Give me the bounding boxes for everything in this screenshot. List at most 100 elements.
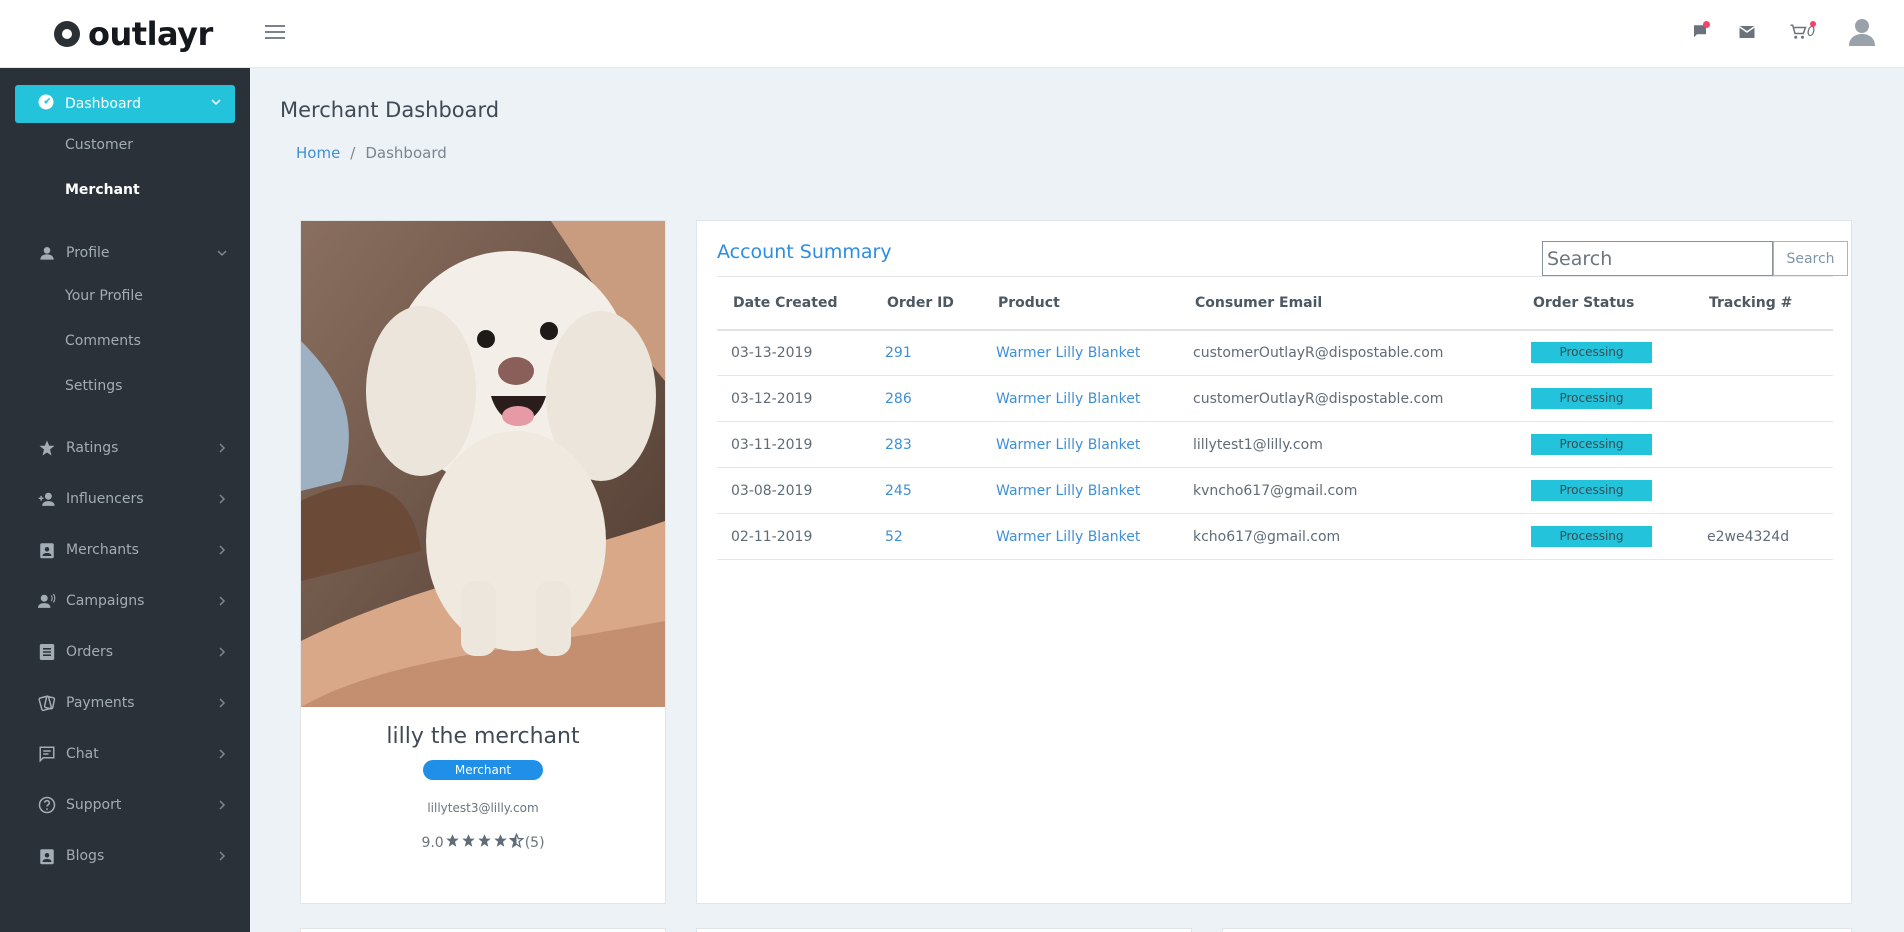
sidebar-item-payments[interactable]: Payments bbox=[38, 691, 228, 715]
sidebar-item-label: Merchants bbox=[66, 542, 139, 558]
orders-table: Date Created Order ID Product Consumer E… bbox=[717, 276, 1833, 560]
status-cell: Processing bbox=[1517, 375, 1693, 422]
page-title: Merchant Dashboard bbox=[280, 98, 500, 122]
sidebar-subitem-comments[interactable]: Comments bbox=[65, 333, 141, 349]
date-cell: 02-11-2019 bbox=[717, 513, 871, 560]
product-link[interactable]: Warmer Lilly Blanket bbox=[982, 513, 1179, 560]
chevron-down-icon bbox=[210, 96, 222, 112]
order-id-link[interactable]: 283 bbox=[871, 421, 982, 468]
column-header: Date Created bbox=[717, 276, 871, 331]
sidebar-item-label: Ratings bbox=[66, 440, 119, 456]
status-cell: Processing bbox=[1517, 467, 1693, 514]
chevron-down-icon bbox=[216, 247, 228, 263]
order-id-link[interactable]: 286 bbox=[871, 375, 982, 422]
table-row[interactable]: 03-13-2019 291 Warmer Lilly Blanket cust… bbox=[717, 329, 1833, 376]
star-icon bbox=[445, 833, 460, 852]
search-input[interactable] bbox=[1542, 241, 1773, 276]
sidebar-item-profile[interactable]: Profile bbox=[38, 241, 228, 265]
breadcrumb-current: Dashboard bbox=[365, 144, 447, 162]
star-icon bbox=[461, 833, 476, 852]
email-cell: lillytest1@lilly.com bbox=[1179, 421, 1517, 468]
product-link[interactable]: Warmer Lilly Blanket bbox=[982, 329, 1179, 376]
table-row[interactable]: 03-08-2019 245 Warmer Lilly Blanket kvnc… bbox=[717, 467, 1833, 514]
email-cell: customerOutlayR@dispostable.com bbox=[1179, 375, 1517, 422]
tracking-cell bbox=[1693, 375, 1833, 422]
profile-name: lilly the merchant bbox=[386, 724, 580, 749]
chevron-right-icon bbox=[216, 697, 228, 713]
status-badge: Processing bbox=[1531, 342, 1652, 364]
badge-icon bbox=[38, 847, 56, 865]
order-id-link[interactable]: 291 bbox=[871, 329, 982, 376]
product-link[interactable]: Warmer Lilly Blanket bbox=[982, 375, 1179, 422]
user-avatar-icon[interactable] bbox=[1847, 17, 1877, 47]
product-link[interactable]: Warmer Lilly Blanket bbox=[982, 467, 1179, 514]
date-cell: 03-11-2019 bbox=[717, 421, 871, 468]
column-header: Order Status bbox=[1517, 276, 1693, 331]
chevron-right-icon bbox=[216, 748, 228, 764]
help-icon bbox=[38, 796, 56, 814]
sidebar-item-label: Chat bbox=[66, 746, 99, 762]
sidebar-item-label: Support bbox=[66, 797, 122, 813]
chevron-right-icon bbox=[216, 850, 228, 866]
tracking-cell bbox=[1693, 467, 1833, 514]
cart-icon[interactable]: 0 bbox=[1785, 20, 1819, 44]
sidebar-item-blogs[interactable]: Blogs bbox=[38, 844, 228, 868]
status-badge: Processing bbox=[1531, 480, 1652, 501]
sidebar-item-support[interactable]: Support bbox=[38, 793, 228, 817]
product-link[interactable]: Warmer Lilly Blanket bbox=[982, 421, 1179, 468]
sidebar-item-dashboard[interactable]: Dashboard bbox=[15, 85, 235, 123]
chevron-right-icon bbox=[216, 799, 228, 815]
date-cell: 03-08-2019 bbox=[717, 467, 871, 514]
top-header: outlayr 0 bbox=[0, 0, 1904, 68]
rating-row: 9.0 (5) bbox=[301, 832, 665, 852]
group-voice-icon bbox=[38, 592, 56, 610]
flag-icon[interactable] bbox=[1688, 20, 1712, 44]
sidebar-item-merchants[interactable]: Merchants bbox=[38, 538, 228, 562]
sidebar-subitem-customer[interactable]: Customer bbox=[65, 137, 133, 153]
order-id-link[interactable]: 245 bbox=[871, 467, 982, 514]
email-cell: kvncho617@gmail.com bbox=[1179, 467, 1517, 514]
table-row[interactable]: 02-11-2019 52 Warmer Lilly Blanket kcho6… bbox=[717, 513, 1833, 560]
breadcrumb-separator: / bbox=[350, 144, 356, 162]
sidebar-item-orders[interactable]: Orders bbox=[38, 640, 228, 664]
account-summary-card: Account Summary Search Date Created Orde… bbox=[696, 220, 1852, 904]
sidebar-item-label: Payments bbox=[66, 695, 135, 711]
dashboard-icon bbox=[37, 93, 55, 115]
tracking-cell bbox=[1693, 421, 1833, 468]
chevron-right-icon bbox=[216, 442, 228, 458]
star-icon bbox=[493, 833, 508, 852]
card-stub bbox=[696, 928, 1192, 932]
sidebar-item-influencers[interactable]: Influencers bbox=[38, 487, 228, 511]
rating-value: 9.0 bbox=[421, 834, 444, 851]
status-badge: Processing bbox=[1531, 388, 1652, 409]
sidebar-item-chat[interactable]: Chat bbox=[38, 742, 228, 766]
star-half-icon bbox=[508, 832, 525, 852]
profile-card: lilly the merchant Merchant lillytest3@l… bbox=[300, 220, 666, 904]
sidebar-item-label: Dashboard bbox=[65, 96, 141, 112]
rating-count: (5) bbox=[524, 834, 545, 851]
column-header: Product bbox=[982, 276, 1179, 331]
date-cell: 03-12-2019 bbox=[717, 375, 871, 422]
sidebar-subitem-settings[interactable]: Settings bbox=[65, 378, 122, 394]
search-button[interactable]: Search bbox=[1773, 241, 1848, 276]
status-badge: Processing bbox=[1531, 526, 1652, 547]
breadcrumb-home-link[interactable]: Home bbox=[296, 144, 340, 162]
sidebar-subitem-merchant[interactable]: Merchant bbox=[65, 182, 140, 198]
mail-icon[interactable] bbox=[1735, 20, 1759, 44]
cards-icon bbox=[38, 694, 56, 712]
brand-name: outlayr bbox=[88, 15, 213, 53]
column-header: Tracking # bbox=[1693, 276, 1833, 331]
logo-mark-icon bbox=[54, 21, 80, 47]
menu-toggle-icon[interactable] bbox=[263, 21, 287, 43]
table-row[interactable]: 03-11-2019 283 Warmer Lilly Blanket lill… bbox=[717, 421, 1833, 468]
email-cell: customerOutlayR@dispostable.com bbox=[1179, 329, 1517, 376]
brand-logo[interactable]: outlayr bbox=[54, 14, 213, 54]
sidebar-item-label: Influencers bbox=[66, 491, 144, 507]
table-row[interactable]: 03-12-2019 286 Warmer Lilly Blanket cust… bbox=[717, 375, 1833, 422]
card-stub bbox=[300, 928, 666, 932]
column-header: Order ID bbox=[871, 276, 982, 331]
sidebar-subitem-your-profile[interactable]: Your Profile bbox=[65, 288, 143, 304]
sidebar-item-campaigns[interactable]: Campaigns bbox=[38, 589, 228, 613]
sidebar-item-ratings[interactable]: Ratings bbox=[38, 436, 228, 460]
order-id-link[interactable]: 52 bbox=[871, 513, 982, 560]
